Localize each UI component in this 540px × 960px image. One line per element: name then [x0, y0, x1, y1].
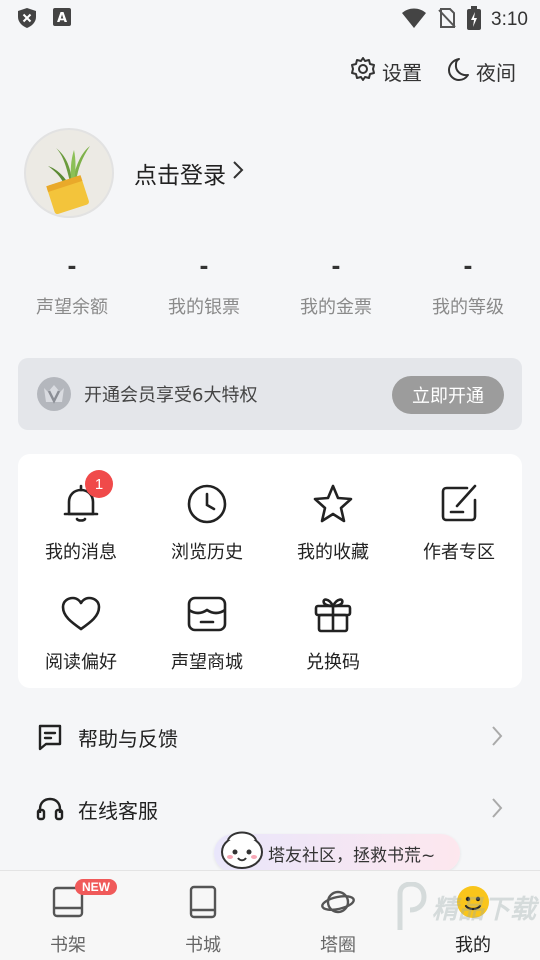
nav-label: 塔圈 — [320, 935, 356, 956]
login-link[interactable]: 点击登录 — [134, 156, 244, 190]
watermark-text: 精品下载 — [431, 894, 536, 925]
list-row-help-feedback[interactable]: 帮助与反馈 — [0, 702, 540, 772]
grid-label: 阅读偏好 — [45, 652, 117, 673]
gift-icon — [311, 592, 355, 636]
grid-item-shop[interactable]: 声望商城 — [144, 592, 270, 674]
grid-item-favorites[interactable]: 我的收藏 — [270, 482, 396, 564]
battery-icon — [467, 6, 482, 34]
row-label: 在线客服 — [78, 798, 158, 823]
no-sim-icon — [437, 7, 457, 33]
heart-icon — [59, 592, 103, 636]
new-badge: NEW — [75, 879, 117, 895]
clock-icon — [185, 482, 229, 526]
stat-value: - — [463, 255, 473, 280]
moon-icon — [444, 56, 470, 87]
wifi-icon — [401, 7, 427, 33]
edit-icon — [437, 482, 481, 526]
header-actions: 设置 夜间 — [350, 56, 516, 87]
bell-icon: 1 — [59, 470, 113, 526]
watermark: 精品下载 — [394, 882, 536, 932]
nav-bookstore[interactable]: 书城 — [153, 885, 253, 957]
grid-label: 作者专区 — [423, 542, 495, 563]
login-label: 点击登录 — [134, 163, 226, 189]
shop-icon — [185, 592, 229, 636]
community-tip[interactable]: 塔友社区，拯救书荒~ — [214, 831, 460, 872]
grid-item-history[interactable]: 浏览历史 — [144, 482, 270, 564]
vip-open-button[interactable]: 立即开通 — [392, 376, 504, 414]
stat-silver[interactable]: - 我的银票 — [138, 255, 270, 319]
community-tip-text: 塔友社区，拯救书荒~ — [268, 845, 436, 866]
grid-item-redeem[interactable]: 兑换码 — [270, 592, 396, 674]
watermark-logo-icon — [397, 882, 427, 930]
vip-text: 开通会员享受6大特权 — [84, 385, 258, 406]
avatar[interactable] — [24, 128, 114, 218]
shield-icon — [16, 7, 38, 33]
grid-item-preferences[interactable]: 阅读偏好 — [18, 592, 144, 674]
profile-section: 点击登录 — [24, 128, 244, 218]
grid-item-author[interactable]: 作者专区 — [396, 482, 522, 564]
settings-label: 设置 — [382, 61, 422, 85]
grid-item-messages[interactable]: 1 我的消息 — [18, 470, 144, 564]
app-a-icon: A — [52, 7, 72, 33]
grid-label: 声望商城 — [171, 652, 243, 673]
status-bar: A 3:10 — [0, 0, 540, 36]
stats-row: - 声望余额 - 我的银票 - 我的金票 - 我的等级 — [0, 255, 540, 319]
chevron-right-icon — [490, 724, 504, 752]
grid-label: 我的消息 — [45, 542, 117, 563]
chevron-right-icon — [490, 796, 504, 824]
bookshelf-icon: NEW — [51, 879, 117, 919]
nav-circle[interactable]: 塔圈 — [288, 885, 388, 957]
status-time: 3:10 — [491, 9, 528, 30]
stat-label: 我的金票 — [300, 297, 372, 318]
stat-label: 我的等级 — [432, 297, 504, 318]
stat-reputation[interactable]: - 声望余额 — [6, 255, 138, 319]
grid-label: 我的收藏 — [297, 542, 369, 563]
stat-label: 我的银票 — [168, 297, 240, 318]
headset-icon — [36, 795, 64, 823]
book-icon — [186, 885, 220, 919]
stat-level[interactable]: - 我的等级 — [402, 255, 534, 319]
feature-grid: 1 我的消息 浏览历史 我的收藏 作者专区 阅读偏好 声望商城 兑换码 — [18, 454, 522, 688]
feedback-icon — [36, 723, 64, 751]
stat-value: - — [67, 255, 77, 280]
vip-banner[interactable]: 开通会员享受6大特权 立即开通 — [18, 358, 522, 430]
nav-label: 书城 — [185, 935, 221, 956]
star-icon — [311, 482, 355, 526]
stat-gold[interactable]: - 我的金票 — [270, 255, 402, 319]
nav-label: 书架 — [50, 935, 86, 956]
night-mode-button[interactable]: 夜间 — [444, 56, 516, 87]
mascot-icon — [218, 826, 266, 876]
nav-bookshelf[interactable]: NEW 书架 — [18, 879, 118, 957]
stat-value: - — [331, 255, 341, 280]
settings-button[interactable]: 设置 — [350, 56, 422, 87]
stat-value: - — [199, 255, 209, 280]
gear-icon — [350, 56, 376, 87]
svg-text:A: A — [57, 11, 67, 26]
nav-label: 我的 — [455, 935, 491, 956]
night-label: 夜间 — [476, 61, 516, 85]
grid-label: 兑换码 — [306, 652, 360, 673]
stat-label: 声望余额 — [36, 297, 108, 318]
vip-crown-icon — [36, 376, 72, 412]
row-label: 帮助与反馈 — [78, 726, 178, 751]
chevron-right-icon — [232, 160, 244, 186]
message-badge: 1 — [85, 470, 113, 498]
planet-icon — [321, 885, 355, 919]
grid-label: 浏览历史 — [171, 542, 243, 563]
